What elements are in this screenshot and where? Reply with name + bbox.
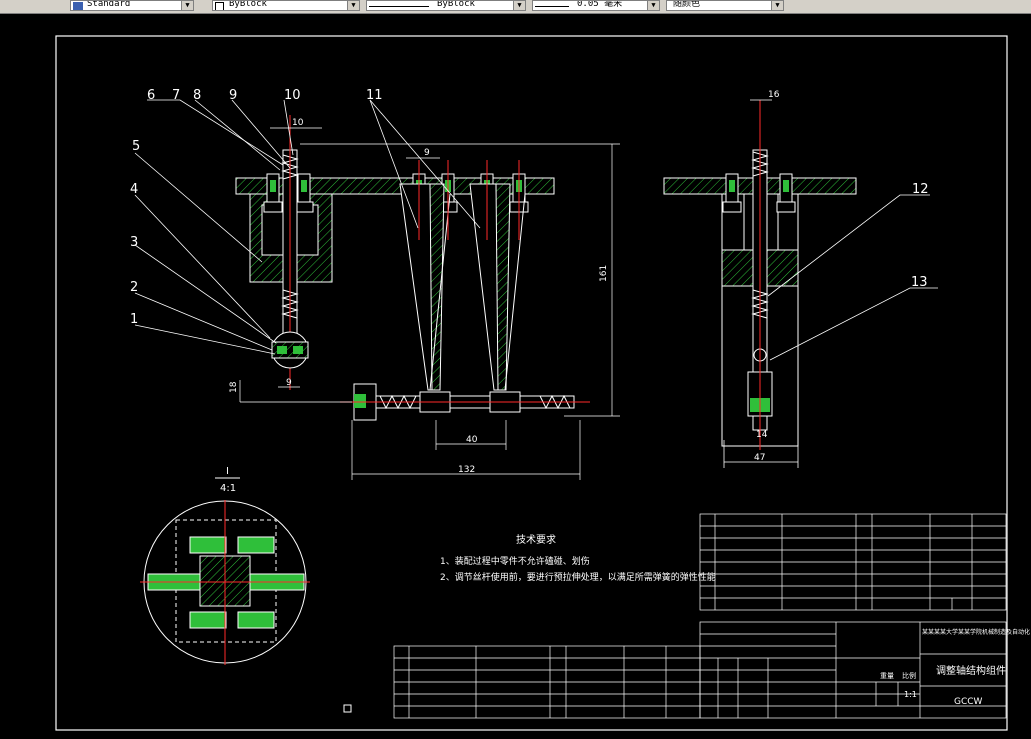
title-block-name: 调整轴结构组件 xyxy=(936,664,1006,677)
layer-select[interactable]: ByBlock ▼ xyxy=(212,0,360,11)
item-number-8: 8 xyxy=(193,88,201,103)
detail-view xyxy=(140,477,310,665)
chevron-down-icon[interactable]: ▼ xyxy=(347,1,359,10)
item-number-7: 7 xyxy=(172,88,180,103)
linetype-select[interactable]: ByBlock ▼ xyxy=(366,0,526,11)
linetype-icon xyxy=(369,6,429,7)
dim-14: 14 xyxy=(756,430,768,440)
dim-9-top: 9 xyxy=(424,148,430,158)
dim-10: 10 xyxy=(292,118,304,128)
item-number-13: 13 xyxy=(911,275,928,290)
color-select[interactable]: 随颜色 ▼ xyxy=(666,0,784,11)
dim-40: 40 xyxy=(466,435,478,445)
item-number-9: 9 xyxy=(229,88,237,103)
side-view xyxy=(663,100,857,450)
text-style-select[interactable]: Standard ▼ xyxy=(70,0,194,11)
item-number-4: 4 xyxy=(130,182,138,197)
parts-list-lower xyxy=(393,645,701,719)
color-value: 随颜色 xyxy=(673,0,701,9)
title-block-school: 某某某某大学某某学院机械制造及自动化 xyxy=(922,628,1030,636)
item-number-11: 11 xyxy=(366,88,383,103)
item-number-3: 3 xyxy=(130,235,138,250)
title-block-scale: 1:1 xyxy=(904,690,917,699)
dim-161: 161 xyxy=(599,265,609,282)
detail-label: I xyxy=(226,466,229,477)
lineweight-value: 0.05 毫米 xyxy=(577,0,623,9)
chevron-down-icon[interactable]: ▼ xyxy=(771,1,783,10)
chevron-down-icon[interactable]: ▼ xyxy=(513,1,525,10)
item-number-10: 10 xyxy=(284,88,301,103)
parts-list-upper xyxy=(699,513,1007,611)
item-number-12: 12 xyxy=(912,182,929,197)
text-style-value: Standard xyxy=(87,0,131,9)
tech-note-1: 1、装配过程中零件不允许磕碰、划伤 xyxy=(440,555,590,567)
lineweight-icon xyxy=(535,6,569,7)
title-block-scale-label: 比例 xyxy=(902,671,916,680)
item-number-6: 6 xyxy=(147,88,155,103)
ucs-marker xyxy=(343,704,352,713)
item-number-2: 2 xyxy=(130,280,138,295)
tech-note-2: 2、调节丝杆使用前，要进行预拉伸处理，以满足所需弹簧的弹性性能 xyxy=(440,571,716,583)
linetype-value: ByBlock xyxy=(437,0,475,9)
tech-requirements-title: 技术要求 xyxy=(516,533,556,546)
text-style-icon xyxy=(73,2,83,10)
dim-9-bottom: 9 xyxy=(286,378,292,388)
properties-toolbar: Standard ▼ ByBlock ▼ ByBlock ▼ 0.05 毫米 ▼… xyxy=(0,0,1031,14)
dim-47: 47 xyxy=(754,453,765,463)
chevron-down-icon[interactable]: ▼ xyxy=(181,1,193,10)
chevron-down-icon[interactable]: ▼ xyxy=(647,1,659,10)
front-view xyxy=(235,115,590,421)
dim-18: 18 xyxy=(229,381,239,393)
detail-scale: 4:1 xyxy=(220,483,236,494)
layer-value: ByBlock xyxy=(229,0,267,9)
dim-16: 16 xyxy=(768,90,780,100)
lineweight-select[interactable]: 0.05 毫米 ▼ xyxy=(532,0,660,11)
item-number-1: 1 xyxy=(130,312,138,327)
title-block-code: GCCW xyxy=(954,697,983,707)
title-block-weight-label: 重量 xyxy=(880,672,894,680)
item-number-5: 5 xyxy=(132,139,140,154)
drawing-canvas[interactable]: 6 7 8 9 10 11 5 4 3 2 1 10 9 161 18 9 40… xyxy=(0,13,1031,739)
dim-132: 132 xyxy=(458,465,475,475)
layer-icon xyxy=(215,2,224,10)
